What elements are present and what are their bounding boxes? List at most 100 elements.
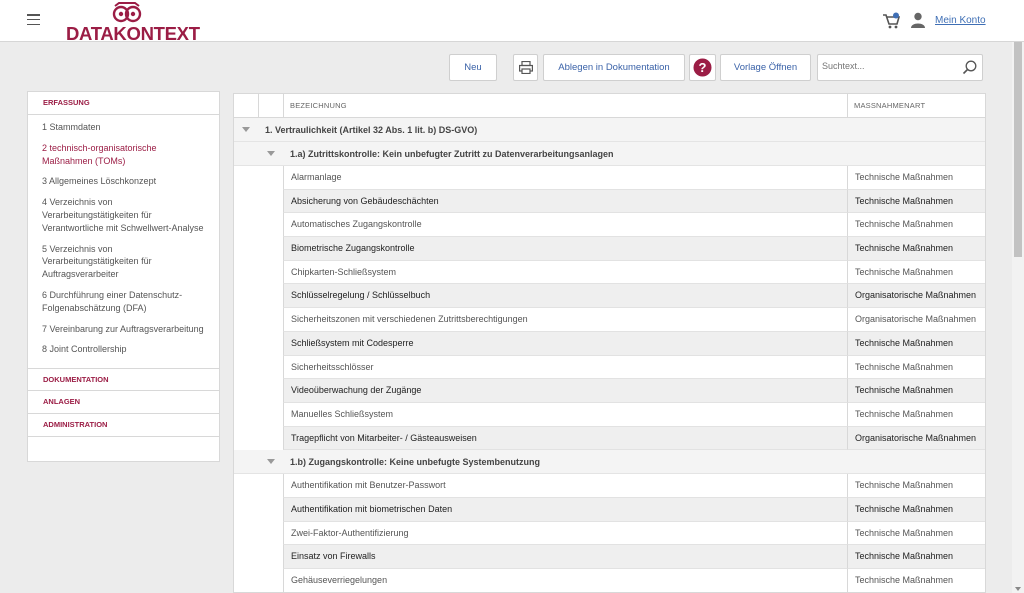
table-row[interactable]: Authentifikation mit Benutzer-Passwort Te…: [234, 474, 985, 498]
new-button[interactable]: Neu: [449, 54, 497, 81]
measure-type-cell[interactable]: Technische Maßnahmen: [847, 545, 985, 569]
measure-type-cell[interactable]: Technische Maßnahmen: [847, 521, 985, 546]
measure-name-cell[interactable]: Automatisches Zugangskontrolle: [283, 213, 847, 238]
group-label: 1. Vertraulichkeit (Artikel 32 Abs. 1 li…: [265, 125, 478, 135]
measure-type-cell[interactable]: Technische Maßnahmen: [847, 379, 985, 403]
search-input[interactable]: [822, 61, 952, 71]
table-row[interactable]: Authentifikation mit biometrischen Daten…: [234, 497, 985, 522]
search-icon[interactable]: [962, 60, 977, 75]
table-row[interactable]: Sicherheitsschlösser Technische Maßnahmen: [234, 355, 985, 380]
owl-logo-icon: [112, 2, 142, 23]
measure-type-cell[interactable]: Technische Maßnahmen: [847, 497, 985, 522]
sidebar-section-administration[interactable]: ADMINISTRATION: [28, 414, 219, 438]
sidebar-item-verzeichnis-auftragsverarbeiter[interactable]: 5 Verzeichnis von Verarbeitungstätigkeit…: [28, 243, 219, 281]
table-row[interactable]: Automatisches Zugangskontrolle Technische…: [234, 213, 985, 238]
measure-type-cell[interactable]: Technische Maßnahmen: [847, 166, 985, 190]
measure-type-cell[interactable]: Technische Maßnahmen: [847, 402, 985, 427]
measure-type-cell[interactable]: Technische Maßnahmen: [847, 237, 985, 261]
row-indent: [234, 142, 259, 165]
table-row[interactable]: Manuelles Schließsystem Technische Maßnah…: [234, 402, 985, 427]
measure-type-cell[interactable]: Technische Maßnahmen: [847, 474, 985, 498]
measure-type-cell[interactable]: Technische Maßnahmen: [847, 189, 985, 214]
measure-name-cell[interactable]: Sicherheitsschlösser: [283, 355, 847, 380]
column-header-type[interactable]: MASSNAHMENART: [854, 94, 925, 118]
subgroup-label: 1.a) Zutrittskontrolle: Kein unbefugter …: [290, 149, 614, 159]
search-box[interactable]: [817, 54, 983, 81]
measure-type-cell[interactable]: Technische Maßnahmen: [847, 569, 985, 592]
shopping-cart-icon[interactable]: [882, 12, 902, 30]
table-row[interactable]: Absicherung von Gebäudeschächten Technisc…: [234, 189, 985, 214]
svg-text:?: ?: [699, 60, 707, 75]
scrollbar-thumb[interactable]: [1014, 42, 1022, 257]
table-header: BEZEICHNUNG MASSNAHMENART: [234, 94, 985, 118]
measure-name-cell[interactable]: Tragepflicht von Mitarbeiter- / Gästeaus…: [283, 426, 847, 451]
measure-name-cell[interactable]: Absicherung von Gebäudeschächten: [283, 189, 847, 214]
sidebar: ERFASSUNG 1 Stammdaten 2 technisch-organ…: [27, 91, 220, 462]
sidebar-item-toms[interactable]: 2 technisch-organisatorische Maßnahmen (…: [28, 142, 219, 168]
row-indent: [234, 450, 259, 473]
hamburger-menu-icon[interactable]: [27, 14, 40, 26]
table-row[interactable]: Chipkarten-Schließsystem Technische Maßna…: [234, 260, 985, 285]
caret-down-icon[interactable]: [267, 151, 275, 156]
table-row[interactable]: Schließsystem mit Codesperre Technische M…: [234, 331, 985, 356]
measure-name-cell[interactable]: Manuelles Schließsystem: [283, 402, 847, 427]
user-account-icon[interactable]: [910, 12, 926, 28]
measure-type-cell[interactable]: Technische Maßnahmen: [847, 331, 985, 356]
measure-type-cell[interactable]: Organisatorische Maßnahmen: [847, 426, 985, 451]
measure-name-cell[interactable]: Biometrische Zugangskontrolle: [283, 237, 847, 261]
sidebar-section-erfassung[interactable]: ERFASSUNG: [28, 92, 219, 115]
measure-name-cell[interactable]: Authentifikation mit biometrischen Daten: [283, 497, 847, 522]
column-header-name[interactable]: BEZEICHNUNG: [290, 94, 347, 118]
subgroup-row[interactable]: 1.a) Zutrittskontrolle: Kein unbefugter …: [234, 142, 985, 166]
measure-name-cell[interactable]: Videoüberwachung der Zugänge: [283, 379, 847, 403]
subgroup-row[interactable]: 1.b) Zugangskontrolle: Keine unbefugte S…: [234, 450, 985, 475]
measure-name-cell[interactable]: Authentifikation mit Benutzer-Passwort: [283, 474, 847, 498]
caret-down-icon[interactable]: [242, 127, 250, 132]
measure-type-cell[interactable]: Organisatorische Maßnahmen: [847, 308, 985, 332]
group-row[interactable]: 1. Vertraulichkeit (Artikel 32 Abs. 1 li…: [234, 118, 985, 142]
measure-name-cell[interactable]: Schließsystem mit Codesperre: [283, 331, 847, 356]
measure-type-cell[interactable]: Organisatorische Maßnahmen: [847, 284, 985, 309]
help-button[interactable]: ?: [689, 54, 716, 81]
sidebar-item-joint-controllership[interactable]: 8 Joint Controllership: [28, 343, 219, 356]
table-row[interactable]: Einsatz von Firewalls Technische Maßnahme…: [234, 545, 985, 569]
page-scrollbar[interactable]: [1012, 42, 1024, 593]
table-row[interactable]: Schlüsselregelung / Schlüsselbuch Organis…: [234, 284, 985, 309]
measure-name-cell[interactable]: Schlüsselregelung / Schlüsselbuch: [283, 284, 847, 309]
measure-type-cell[interactable]: Technische Maßnahmen: [847, 260, 985, 285]
table-row[interactable]: Gehäuseverriegelungen Technische Maßnahme…: [234, 569, 985, 592]
top-header: DATAKONTEXT Mein Konto: [0, 0, 1024, 44]
sidebar-item-dfa[interactable]: 6 Durchführung einer Datenschutz-Folgena…: [28, 289, 219, 315]
table-row[interactable]: Tragepflicht von Mitarbeiter- / Gästeaus…: [234, 426, 985, 451]
archive-in-documentation-button[interactable]: Ablegen in Dokumentation: [543, 54, 685, 81]
datakontext-logo[interactable]: DATAKONTEXT: [66, 0, 200, 44]
measure-name-cell[interactable]: Einsatz von Firewalls: [283, 545, 847, 569]
measure-name-cell[interactable]: Alarmanlage: [283, 166, 847, 190]
subgroup-label: 1.b) Zugangskontrolle: Keine unbefugte S…: [290, 457, 541, 468]
table-row[interactable]: Biometrische Zugangskontrolle Technische …: [234, 237, 985, 261]
measure-type-cell[interactable]: Technische Maßnahmen: [847, 355, 985, 380]
measure-name-cell[interactable]: Chipkarten-Schließsystem: [283, 260, 847, 285]
sidebar-item-verzeichnis-verantwortliche[interactable]: 4 Verzeichnis von Verarbeitungstätigkeit…: [28, 196, 219, 234]
table-row[interactable]: Zwei-Faktor-Authentifizierung Technische …: [234, 521, 985, 546]
sidebar-section-anlagen[interactable]: ANLAGEN: [28, 391, 219, 415]
measure-name-cell[interactable]: Gehäuseverriegelungen: [283, 569, 847, 592]
table-row[interactable]: Sicherheitszonen mit verschiedenen Zutri…: [234, 308, 985, 332]
table-row[interactable]: Alarmanlage Technische Maßnahmen: [234, 166, 985, 190]
sidebar-section-dokumentation[interactable]: DOKUMENTATION: [28, 368, 219, 392]
table-row[interactable]: Videoüberwachung der Zugänge Technische M…: [234, 379, 985, 403]
sidebar-item-auftragsverarbeitung[interactable]: 7 Vereinbarung zur Auftragsverarbeitung: [28, 323, 219, 336]
scroll-down-arrow-icon[interactable]: [1015, 587, 1021, 591]
measure-name-cell[interactable]: Zwei-Faktor-Authentifizierung: [283, 521, 847, 546]
measure-type-cell[interactable]: Technische Maßnahmen: [847, 213, 985, 238]
sidebar-item-loeschkonzept[interactable]: 3 Allgemeines Löschkonzept: [28, 175, 219, 188]
measure-name-cell[interactable]: Sicherheitszonen mit verschiedenen Zutri…: [283, 308, 847, 332]
account-link[interactable]: Mein Konto: [935, 15, 986, 26]
caret-down-icon[interactable]: [267, 459, 275, 465]
open-template-button[interactable]: Vorlage Öffnen: [720, 54, 811, 81]
subgroup-container: 1.a) Zutrittskontrolle: Kein unbefugter …: [234, 142, 985, 592]
printer-icon: [518, 61, 533, 74]
sidebar-nav-list: 1 Stammdaten 2 technisch-organisatorisch…: [28, 115, 219, 368]
print-button[interactable]: [513, 54, 538, 81]
sidebar-item-stammdaten[interactable]: 1 Stammdaten: [28, 121, 219, 134]
